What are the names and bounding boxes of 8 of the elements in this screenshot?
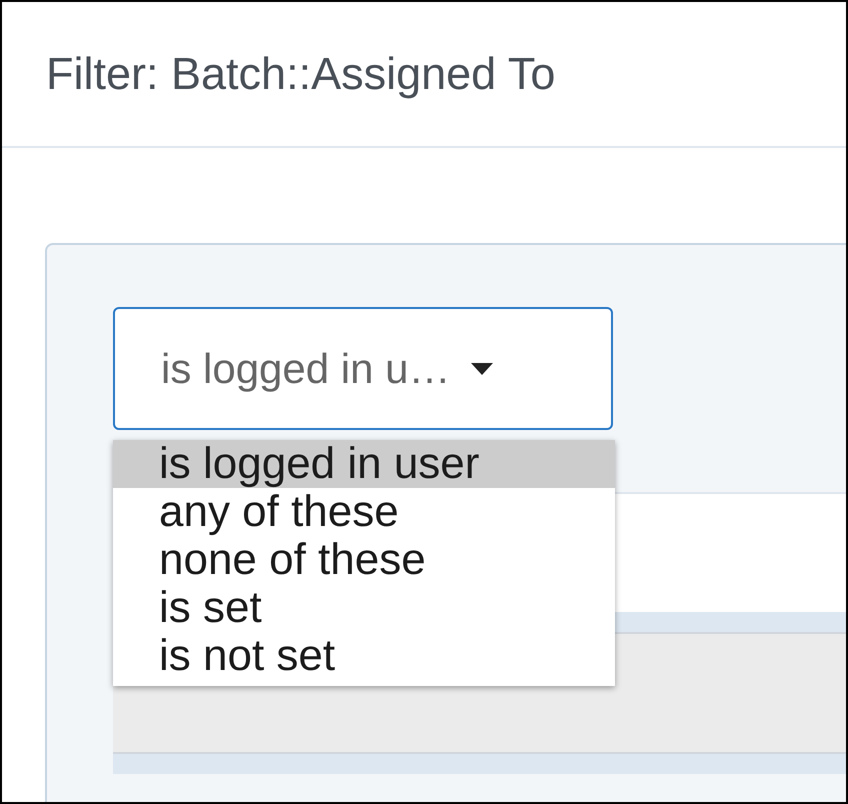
dropdown-option[interactable]: any of these bbox=[113, 488, 615, 536]
caret-icon bbox=[470, 362, 493, 374]
dropdown-option[interactable]: is set bbox=[113, 584, 615, 632]
dropdown-option[interactable]: is logged in user bbox=[113, 440, 615, 488]
operator-dropdown[interactable]: is logged in u… bbox=[113, 307, 613, 430]
dropdown-option[interactable]: none of these bbox=[113, 536, 615, 584]
dialog-title: Filter: Batch::Assigned To bbox=[46, 48, 556, 100]
dropdown-option[interactable]: is not set bbox=[113, 632, 615, 680]
